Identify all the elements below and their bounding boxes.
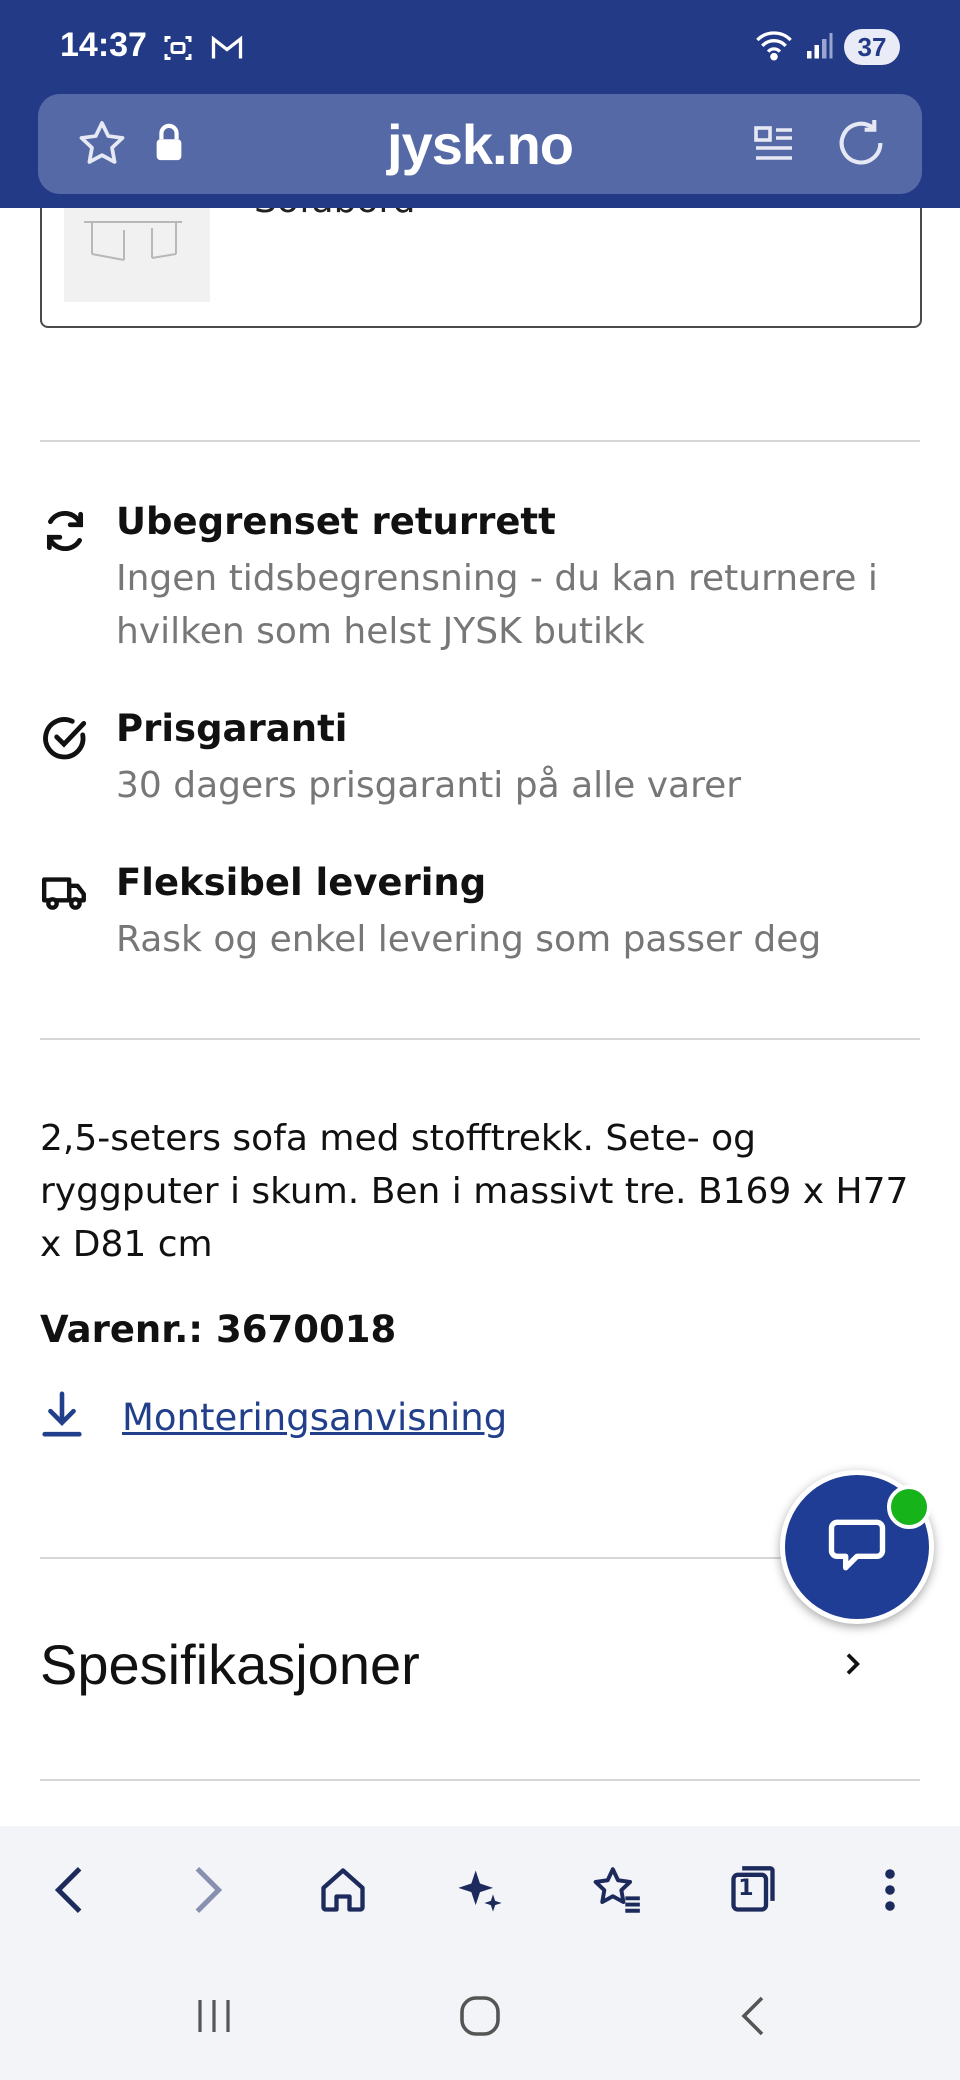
specifications-title[interactable]: Spesifikasjoner <box>40 1632 420 1697</box>
chevron-right-icon[interactable] <box>836 1648 868 1684</box>
assembly-manual-row[interactable]: Monteringsanvisning <box>40 1390 507 1444</box>
recent-apps-icon[interactable] <box>190 1992 238 2044</box>
back-icon[interactable] <box>40 1860 100 1920</box>
system-back-icon[interactable] <box>730 1992 778 2044</box>
specifications-accordion[interactable]: Spesifikasjoner <box>40 1560 920 1782</box>
product-sku: Varenr.: 3670018 <box>40 1308 396 1351</box>
divider <box>40 440 920 442</box>
feature-title: Fleksibel levering <box>116 861 487 904</box>
home-icon[interactable] <box>313 1860 373 1920</box>
signal-icon <box>804 30 834 64</box>
status-left-icons <box>160 30 246 70</box>
feature-return-policy: Ubegrenset returrett Ingen tidsbegrensni… <box>40 500 920 660</box>
divider <box>40 1038 920 1040</box>
tabs-icon[interactable]: 1 <box>723 1860 783 1920</box>
ai-sparkle-icon[interactable] <box>450 1860 510 1920</box>
bookmarks-icon[interactable] <box>587 1860 647 1920</box>
gmail-icon <box>208 30 246 70</box>
home-circle-icon[interactable] <box>456 1992 504 2044</box>
product-description: 2,5-seters sofa med stofftrekk. Sete- og… <box>40 1118 909 1265</box>
feature-description: 30 dagers prisgaranti på alle varer <box>116 765 742 806</box>
browser-bottom-toolbar: 1 <box>0 1826 960 1954</box>
feature-description: Ingen tidsbegrensning - du kan returnere… <box>116 558 878 652</box>
status-time: 14:37 <box>60 26 147 64</box>
wifi-icon <box>754 28 794 66</box>
return-arrows-icon <box>40 506 90 556</box>
reader-mode-icon[interactable] <box>750 120 798 172</box>
feature-title: Prisgaranti <box>116 707 348 750</box>
browser-top-bar: 14:37 37 jysk.no <box>0 0 960 208</box>
status-right: 37 <box>754 28 900 66</box>
system-navigation-bar <box>0 1954 960 2080</box>
feature-title: Ubegrenset returrett <box>116 500 556 543</box>
feature-description: Rask og enkel levering som passer deg <box>116 919 822 960</box>
sku-value: 3670018 <box>215 1308 397 1351</box>
url-bar[interactable]: jysk.no <box>38 94 922 194</box>
feature-price-guarantee: Prisgaranti 30 dagers prisgaranti på all… <box>40 707 920 817</box>
chat-bubble-icon <box>823 1511 891 1583</box>
check-circle-icon <box>40 713 90 763</box>
screenshot-icon <box>160 30 196 70</box>
more-icon[interactable] <box>860 1860 920 1920</box>
feature-flexible-delivery: Fleksibel levering Rask og enkel leverin… <box>40 861 920 971</box>
reload-icon[interactable] <box>832 114 890 176</box>
divider <box>40 1779 920 1781</box>
download-icon[interactable] <box>40 1390 84 1444</box>
delivery-truck-icon <box>40 867 90 917</box>
online-status-dot <box>887 1485 931 1529</box>
assembly-manual-link[interactable]: Monteringsanvisning <box>122 1396 507 1439</box>
forward-icon[interactable] <box>177 1860 237 1920</box>
tab-count: 1 <box>738 1876 754 1901</box>
battery-indicator: 37 <box>844 29 900 65</box>
chat-button[interactable] <box>780 1470 934 1624</box>
sku-label: Varenr.: <box>40 1308 204 1351</box>
